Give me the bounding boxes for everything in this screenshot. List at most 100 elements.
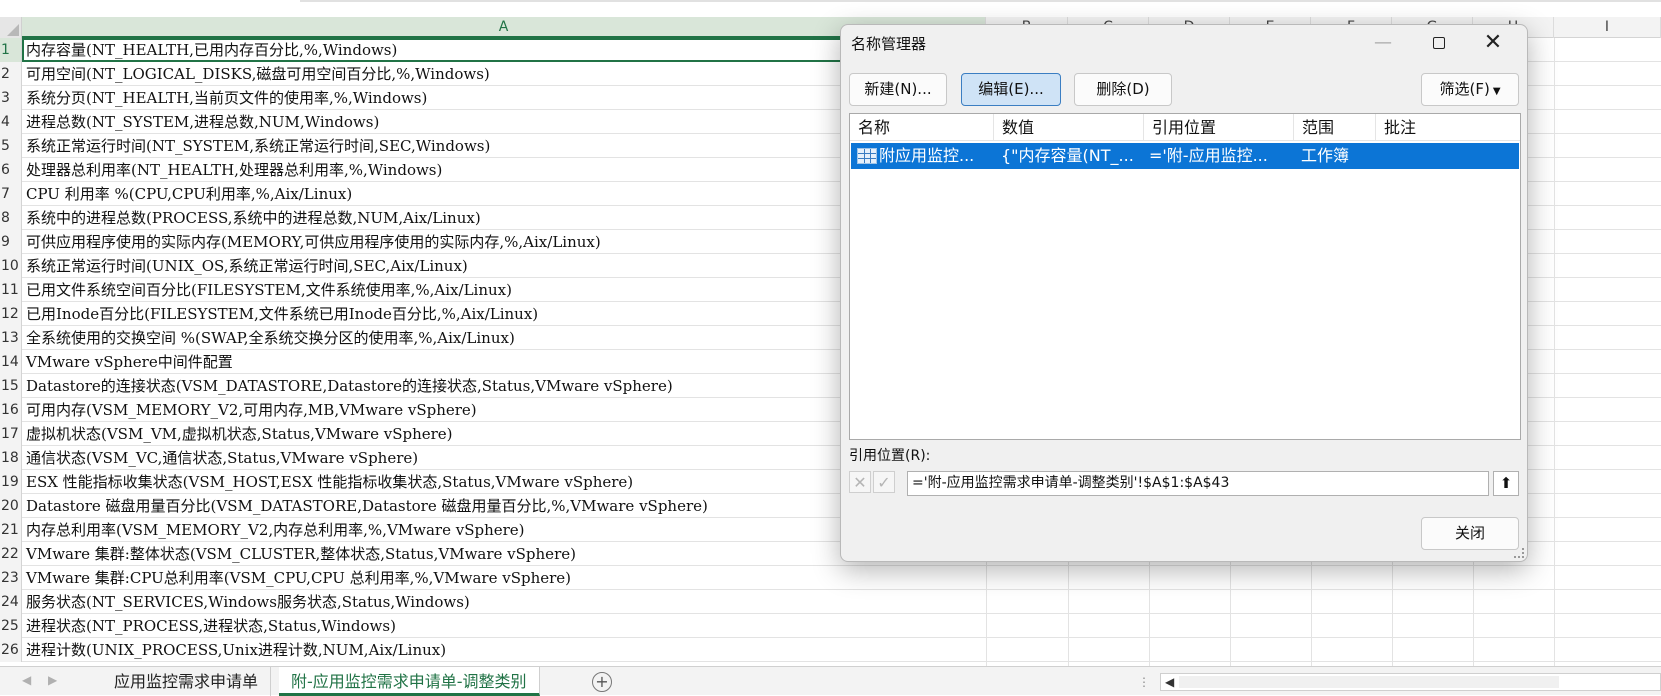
collapse-dialog-icon[interactable]: ⬆ (1493, 471, 1519, 496)
row-header[interactable]: 2 (0, 62, 22, 86)
col-name[interactable]: 名称 (850, 114, 994, 141)
cell-a[interactable]: Datastore 磁盘用量百分比(VSM_DATASTORE,Datastor… (26, 494, 708, 518)
row-header[interactable]: 21 (0, 518, 22, 542)
row-header[interactable]: 8 (0, 206, 22, 230)
col-scope[interactable]: 范围 (1294, 114, 1376, 141)
cell-a[interactable]: 可用内存(VSM_MEMORY_V2,可用内存,MB,VMware vSpher… (26, 398, 477, 422)
chevron-down-icon: ▼ (1492, 86, 1501, 97)
cancel-edit-icon: ✕ (849, 471, 871, 493)
tab-scroll-left-icon[interactable]: ◀ (22, 673, 31, 687)
select-all-corner[interactable] (0, 17, 22, 38)
maximize-icon[interactable] (1425, 31, 1453, 55)
table-row[interactable]: 25 进程状态(NT_PROCESS,进程状态,Status,Windows) (0, 614, 1661, 638)
cell-a[interactable]: ESX 性能指标收集状态(VSM_HOST,ESX 性能指标收集状态,Statu… (26, 470, 633, 494)
sheet-tab-1[interactable]: 应用监控需求申请单 (102, 667, 272, 696)
row-header[interactable]: 11 (0, 278, 22, 302)
cell-a[interactable]: 进程总数(NT_SYSTEM,进程总数,NUM,Windows) (26, 110, 379, 134)
cell-a[interactable]: 虚拟机状态(VSM_VM,虚拟机状态,Status,VMware vSphere… (26, 422, 453, 446)
cell-a[interactable]: 已用Inode百分比(FILESYSTEM,文件系统已用Inode百分比,%,A… (26, 302, 538, 326)
tab-scroll-right-icon[interactable]: ▶ (48, 673, 57, 687)
list-item-value: {"内存容量(NT_... (1001, 146, 1134, 165)
row-header[interactable]: 7 (0, 182, 22, 206)
row-header[interactable]: 24 (0, 590, 22, 614)
new-name-button[interactable]: 新建(N)... (849, 73, 947, 106)
sheet-tab-bar: ◀ ▶ 应用监控需求申请单 附-应用监控需求申请单-调整类别 + ⋮ ◀ (0, 666, 1661, 696)
row-header[interactable]: 20 (0, 494, 22, 518)
row-header[interactable]: 25 (0, 614, 22, 638)
cell-a[interactable]: VMware 集群:整体状态(VSM_CLUSTER,整体状态,Status,V… (26, 542, 576, 566)
col-refers-to[interactable]: 引用位置 (1144, 114, 1294, 141)
row-header[interactable]: 14 (0, 350, 22, 374)
row-header[interactable]: 22 (0, 542, 22, 566)
row-header[interactable]: 9 (0, 230, 22, 254)
row-header[interactable]: 12 (0, 302, 22, 326)
column-header-i[interactable]: I (1554, 17, 1661, 38)
row-header[interactable]: 4 (0, 110, 22, 134)
row-header[interactable]: 23 (0, 566, 22, 590)
list-item[interactable]: 附应用监控... {"内存容量(NT_... ='附-应用监控... 工作簿 (851, 143, 1519, 169)
cell-a[interactable]: 进程计数(UNIX_PROCESS,Unix进程计数,NUM,Aix/Linux… (26, 638, 446, 662)
row-header[interactable]: 5 (0, 134, 22, 158)
scroll-left-icon[interactable]: ◀ (1165, 675, 1174, 689)
cell-a[interactable]: 系统中的进程总数(PROCESS,系统中的进程总数,NUM,Aix/Linux) (26, 206, 481, 230)
cell-a[interactable]: 已用文件系统空间百分比(FILESYSTEM,文件系统使用率,%,Aix/Lin… (26, 278, 512, 302)
table-row[interactable]: 23 VMware 集群:CPU总利用率(VSM_CPU,CPU 总利用率,%,… (0, 566, 1661, 590)
ribbon-bottom-strip (0, 0, 1661, 17)
cell-a[interactable]: 系统正常运行时间(UNIX_OS,系统正常运行时间,SEC,Aix/Linux) (26, 254, 468, 278)
horizontal-scrollbar[interactable]: ◀ (1160, 673, 1661, 691)
named-range-icon (857, 148, 877, 164)
confirm-edit-icon: ✓ (873, 471, 895, 493)
cell-a[interactable]: CPU 利用率 %(CPU,CPU利用率,%,Aix/Linux) (26, 182, 352, 206)
col-comment[interactable]: 批注 (1376, 114, 1520, 141)
cell-a[interactable]: 系统正常运行时间(NT_SYSTEM,系统正常运行时间,SEC,Windows) (26, 134, 490, 158)
names-list[interactable]: 名称 数值 引用位置 范围 批注 附应用监控... {"内存容量(NT_... … (849, 113, 1521, 440)
name-manager-dialog: 名称管理器 — ✕ 新建(N)... 编辑(E)... 删除(D) 筛选(F) ▼… (840, 24, 1528, 562)
row-header[interactable]: 13 (0, 326, 22, 350)
close-button[interactable]: 关闭 (1421, 517, 1519, 550)
row-header[interactable]: 16 (0, 398, 22, 422)
refers-to-input[interactable]: ='附-应用监控需求申请单-调整类别'!$A$1:$A$43 (907, 471, 1489, 496)
cell-a[interactable]: 处理器总利用率(NT_HEALTH,处理器总利用率,%,Windows) (26, 158, 442, 182)
add-sheet-icon[interactable]: + (592, 672, 612, 692)
list-item-name: 附应用监控... (879, 146, 975, 165)
filter-button[interactable]: 筛选(F) ▼ (1421, 73, 1519, 106)
close-icon[interactable]: ✕ (1479, 31, 1507, 55)
cell-a[interactable]: 全系统使用的交换空间 %(SWAP,全系统交换分区的使用率,%,Aix/Linu… (26, 326, 515, 350)
table-row[interactable]: 24 服务状态(NT_SERVICES,Windows服务状态,Status,W… (0, 590, 1661, 614)
refers-to-label: 引用位置(R): (849, 448, 931, 464)
sheet-tab-2[interactable]: 附-应用监控需求申请单-调整类别 (279, 667, 540, 696)
row-header[interactable]: 18 (0, 446, 22, 470)
resize-grip-icon[interactable] (1514, 548, 1524, 558)
cell-a[interactable]: 进程状态(NT_PROCESS,进程状态,Status,Windows) (26, 614, 396, 638)
table-row[interactable]: 26 进程计数(UNIX_PROCESS,Unix进程计数,NUM,Aix/Li… (0, 638, 1661, 662)
row-header[interactable]: 6 (0, 158, 22, 182)
row-header[interactable]: 15 (0, 374, 22, 398)
dialog-title: 名称管理器 (851, 35, 927, 53)
row-header[interactable]: 19 (0, 470, 22, 494)
row-header[interactable]: 10 (0, 254, 22, 278)
cell-a[interactable]: VMware vSphere中间件配置 (26, 350, 233, 374)
row-header[interactable]: 3 (0, 86, 22, 110)
col-value[interactable]: 数值 (994, 114, 1144, 141)
cell-a[interactable]: 内存总利用率(VSM_MEMORY_V2,内存总利用率,%,VMware vSp… (26, 518, 525, 542)
filter-button-label: 筛选(F) (1439, 80, 1490, 98)
cell-a[interactable]: 通信状态(VSM_VC,通信状态,Status,VMware vSphere) (26, 446, 418, 470)
row-header[interactable]: 26 (0, 638, 22, 662)
edit-name-button[interactable]: 编辑(E)... (961, 73, 1061, 106)
cell-a[interactable]: 服务状态(NT_SERVICES,Windows服务状态,Status,Wind… (26, 590, 470, 614)
formula-bar-edge (300, 0, 1661, 2)
cell-a[interactable]: 可供应用程序使用的实际内存(MEMORY,可供应用程序使用的实际内存,%,Aix… (26, 230, 601, 254)
list-item-refers-to: ='附-应用监控... (1149, 146, 1268, 165)
delete-name-button[interactable]: 删除(D) (1074, 73, 1172, 106)
cell-a[interactable]: Datastore的连接状态(VSM_DATASTORE,Datastore的连… (26, 374, 673, 398)
cell-a[interactable]: VMware 集群:CPU总利用率(VSM_CPU,CPU 总利用率,%,VMw… (26, 566, 571, 590)
cell-a[interactable]: 可用空间(NT_LOGICAL_DISKS,磁盘可用空间百分比,%,Window… (26, 62, 490, 86)
scrollbar-thumb[interactable] (1179, 676, 1559, 688)
row-header[interactable]: 1 (0, 38, 22, 62)
active-cell-border (22, 38, 842, 62)
row-header[interactable]: 17 (0, 422, 22, 446)
list-item-scope: 工作簿 (1301, 146, 1350, 165)
cell-a[interactable]: 系统分页(NT_HEALTH,当前页文件的使用率,%,Windows) (26, 86, 427, 110)
minimize-icon: — (1374, 32, 1392, 53)
tab-splitter-icon[interactable]: ⋮ (1138, 675, 1150, 689)
